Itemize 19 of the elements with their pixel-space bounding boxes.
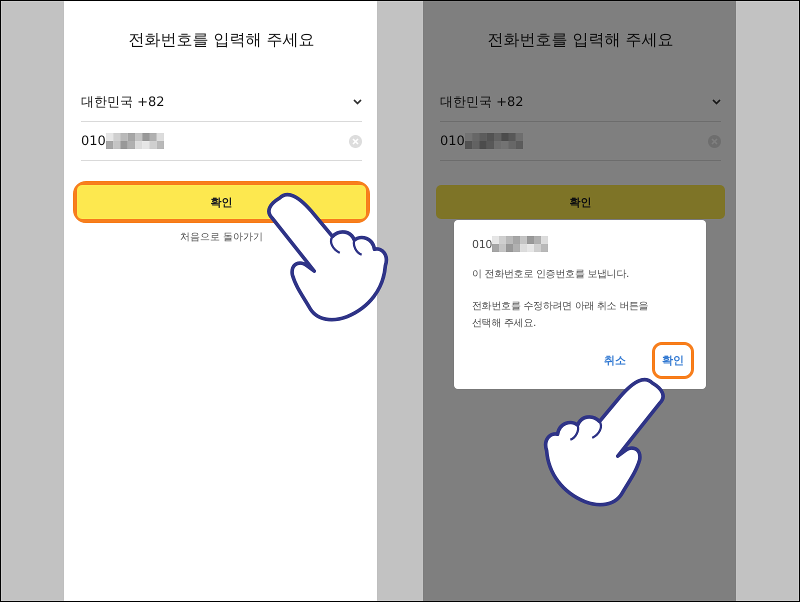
chevron-down-icon xyxy=(353,99,362,105)
dialog-button[interactable]: 확인 xyxy=(655,345,691,376)
screen-title: 전화번호를 입력해 주세요 xyxy=(486,29,675,51)
dialog-message: 이 전화번호로 인증번호를 보냅니다. xyxy=(472,268,630,282)
country-select[interactable]: 대한민국 +82 xyxy=(81,83,362,122)
phone-number: 010 xyxy=(472,238,492,250)
dialog-button[interactable]: 취소 xyxy=(597,345,633,376)
phone-number: 010 xyxy=(440,134,465,148)
confirm-button[interactable]: 확인 xyxy=(77,185,366,219)
phone-input-field[interactable]: 010 xyxy=(440,122,721,161)
phone-number: 010 xyxy=(81,134,106,148)
clear-icon[interactable] xyxy=(349,134,362,148)
country-select[interactable]: 대한민국 +82 xyxy=(440,83,721,122)
back-link[interactable]: 처음으로 돌아가기 xyxy=(180,230,264,244)
screen-title: 전화번호를 입력해 주세요 xyxy=(127,29,316,51)
confirm-button[interactable]: 확인 xyxy=(436,185,725,219)
dialog-hint: 전화번호를 수정하려면 아래 취소 버튼을 선택해 주세요. xyxy=(472,300,650,331)
chevron-down-icon xyxy=(712,99,721,105)
phone-input-field[interactable]: 010 xyxy=(81,122,362,161)
